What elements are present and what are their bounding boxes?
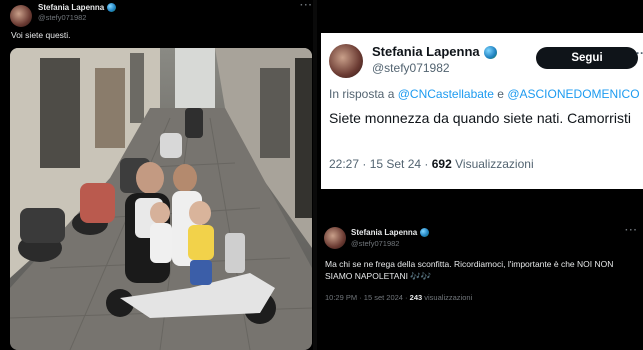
views-label: Visualizzazioni (455, 157, 534, 171)
tweet-text: Voi siete questi. (11, 30, 71, 40)
follow-button[interactable]: Segui (536, 47, 638, 69)
reply-context: In risposta a @CNCastellabate e @ASCIONE… (329, 87, 640, 101)
divider (313, 0, 317, 350)
author-handle[interactable]: @stefy071982 (351, 239, 399, 248)
verified-badge-icon (107, 3, 117, 13)
street-scooter-photo (10, 48, 312, 350)
author-name[interactable]: Stefania Lapenna (351, 228, 430, 238)
avatar[interactable] (329, 44, 363, 78)
author-name[interactable]: Stefania Lapenna (38, 3, 117, 13)
views-label: visualizzazioni (424, 293, 473, 302)
author-name[interactable]: Stefania Lapenna (372, 44, 497, 60)
views-count: 243 (409, 293, 423, 302)
quoted-tweet-card[interactable]: Stefania Lapenna @stefy071982 Segui ··· … (321, 33, 643, 189)
more-options-icon[interactable]: ··· (625, 225, 638, 236)
mention-link[interactable]: @CNCastellabate (398, 87, 494, 101)
tweet-text: Ma chi se ne frega della sconfitta. Rico… (325, 259, 614, 281)
tweet-text: Siete monnezza da quando siete nati. Cam… (329, 110, 631, 126)
left-tweet: Stefania Lapenna @stefy071982 ··· Voi si… (0, 0, 313, 350)
more-options-icon[interactable]: ··· (300, 0, 313, 11)
tweet-meta: 22:27 · 15 Set 24 · 692 Visualizzazioni (329, 157, 534, 171)
author-handle[interactable]: @stefy071982 (372, 61, 450, 75)
avatar[interactable] (324, 227, 346, 249)
tweet-photo[interactable] (10, 48, 312, 350)
verified-badge-icon (420, 228, 430, 238)
author-handle[interactable]: @stefy071982 (38, 13, 86, 22)
avatar[interactable] (10, 5, 32, 27)
tweet-meta: 10:29 PM · 15 set 2024 · 243 visualizzaz… (325, 293, 472, 302)
timestamp[interactable]: 22:27 · 15 Set 24 · (329, 157, 428, 171)
verified-badge-icon (483, 46, 497, 60)
more-options-icon[interactable]: ··· (636, 46, 643, 60)
mention-link[interactable]: @ASCIONEDOMENICO (507, 87, 639, 101)
views-count: 692 (431, 157, 452, 171)
timestamp[interactable]: 10:29 PM · 15 set 2024 · (325, 293, 408, 302)
